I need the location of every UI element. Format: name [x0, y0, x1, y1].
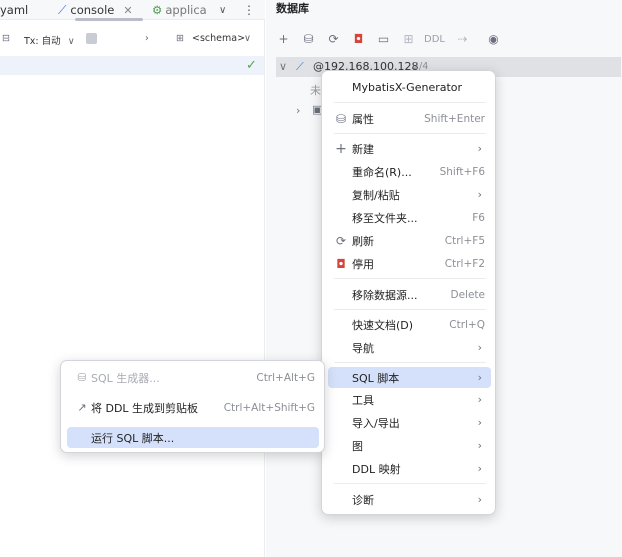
add-icon[interactable]: + — [274, 30, 293, 48]
menu-separator — [334, 133, 486, 134]
editor-tab-bar: yaml ⟋ console ✕ ⚙ applica ∨ ⋮ — [0, 0, 265, 21]
toolbar-divider-icon: ⊟ — [2, 33, 10, 44]
more-tabs-icon[interactable]: ⋮ — [243, 0, 255, 20]
refresh-icon[interactable]: ⟳ — [324, 30, 343, 48]
schema-icon: ⊞ — [176, 33, 184, 44]
menu-separator — [334, 309, 486, 310]
menu-item-import-export[interactable]: 导入/导出 › — [328, 412, 491, 433]
menu-item-quick-doc[interactable]: 快速文档(D) Ctrl+Q — [328, 314, 491, 335]
sql-scripts-submenu: ⛁ SQL 生成器... Ctrl+Alt+G ↗ 将 DDL 生成到剪贴板 C… — [60, 360, 325, 453]
schema-selector-label: <schema> — [192, 33, 246, 44]
chevron-right-icon: › — [477, 462, 482, 475]
chevron-right-icon: › — [477, 393, 482, 406]
tab-application-label: applica — [165, 3, 207, 17]
tab-application[interactable]: ⚙ applica — [152, 0, 207, 20]
check-icon: ✓ — [246, 58, 257, 73]
transaction-mode-selector[interactable]: Tx: 自动 ∨ — [24, 33, 75, 47]
deactivate-icon: ◘ — [336, 256, 346, 271]
table-view-icon[interactable]: ⊞ — [399, 30, 418, 48]
sql-generator-icon: ⛁ — [77, 371, 87, 384]
properties-icon: ⛁ — [335, 111, 347, 126]
chevron-right-icon[interactable]: › — [145, 33, 149, 44]
stop-connection-icon[interactable]: ◘ — [349, 30, 368, 48]
sql-console-editor[interactable]: yaml ⟋ console ✕ ⚙ applica ∨ ⋮ ⊟ Tx: 自动 … — [0, 0, 265, 557]
menu-item-deactivate[interactable]: ◘ 停用 Ctrl+F2 — [328, 253, 491, 274]
close-tab-icon[interactable]: ✕ — [123, 4, 132, 17]
tree-collapse-icon[interactable]: › — [296, 104, 300, 117]
menu-item-copy-paste[interactable]: 复制/粘贴 › — [328, 184, 491, 205]
tx-mode-label: Tx: 自动 — [24, 36, 61, 47]
tree-expand-icon[interactable]: ∨ — [279, 60, 287, 73]
chevron-right-icon: › — [477, 416, 482, 429]
tab-yaml-label: yaml — [0, 3, 29, 17]
view-options-icon[interactable]: ◉ — [484, 30, 503, 48]
menu-item-rename[interactable]: 重命名(R)... Shift+F6 — [328, 161, 491, 182]
chevron-right-icon: › — [477, 493, 482, 506]
menu-item-new[interactable]: + 新建 › — [328, 138, 491, 159]
menu-separator — [334, 278, 486, 279]
chevron-right-icon: › — [477, 188, 482, 201]
database-toolbar: + ⛁ ⟳ ◘ ▭ ⊞ DDL ⇢ ◉ — [274, 30, 509, 48]
menu-item-remove-datasource[interactable]: 移除数据源... Delete — [328, 284, 491, 305]
active-tab-indicator — [75, 18, 143, 21]
submenu-item-sql-generator[interactable]: ⛁ SQL 生成器... Ctrl+Alt+G — [67, 367, 319, 388]
menu-separator — [334, 362, 486, 363]
chevron-down-icon: ∨ — [67, 36, 75, 47]
jump-to-source-icon[interactable]: ⇢ — [453, 30, 472, 48]
chevron-right-icon: › — [477, 142, 482, 155]
editor-toolbar: ⊟ Tx: 自动 ∨ › ⊞ <schema> ∨ — [0, 27, 265, 51]
tab-yaml[interactable]: yaml — [0, 0, 28, 20]
chevron-right-icon: › — [477, 341, 482, 354]
spring-config-icon: ⚙ — [152, 3, 163, 17]
stop-icon[interactable] — [86, 33, 97, 44]
menu-item-diagnostics[interactable]: 诊断 › — [328, 489, 491, 510]
menu-item-diagrams[interactable]: 图 › — [328, 435, 491, 456]
tab-console[interactable]: ⟋ console ✕ — [58, 0, 133, 20]
current-line-highlight — [0, 56, 264, 75]
export-icon: ↗ — [77, 401, 87, 414]
menu-item-sql-scripts[interactable]: SQL 脚本 › — [328, 367, 491, 388]
tab-console-label: console — [70, 3, 115, 17]
chevron-right-icon: › — [477, 371, 482, 384]
menu-separator — [334, 102, 486, 103]
menu-item-move-to-folder[interactable]: 移至文件夹... F6 — [328, 207, 491, 228]
mysql-icon: ⟋ — [296, 60, 304, 73]
schema-chevron-down-icon[interactable]: ∨ — [244, 33, 251, 44]
database-panel-title: 数据库 — [276, 2, 309, 15]
menu-item-navigate[interactable]: 导航 › — [328, 337, 491, 358]
ddl-button[interactable]: DDL — [424, 30, 445, 48]
menu-item-mybatisx-generator[interactable]: MybatisX-Generator — [328, 77, 491, 98]
menu-item-properties[interactable]: ⛁ 属性 Shift+Enter — [328, 108, 491, 129]
submenu-item-run-sql-script[interactable]: 运行 SQL 脚本... — [67, 427, 319, 448]
chevron-right-icon: › — [477, 439, 482, 452]
tabs-dropdown-chevron-icon[interactable]: ∨ — [219, 0, 226, 20]
data-source-properties-icon[interactable]: ⛁ — [299, 30, 318, 48]
console-icon: ⟋ — [58, 2, 67, 17]
submenu-item-ddl-to-clipboard[interactable]: ↗ 将 DDL 生成到剪贴板 Ctrl+Alt+Shift+G — [67, 397, 319, 418]
datasource-context-menu: MybatisX-Generator ⛁ 属性 Shift+Enter + 新建… — [321, 70, 496, 515]
tree-child-label[interactable]: 未 — [310, 82, 321, 98]
menu-item-ddl-mappings[interactable]: DDL 映射 › — [328, 458, 491, 479]
menu-separator — [334, 483, 486, 484]
menu-item-refresh[interactable]: ⟳ 刷新 Ctrl+F5 — [328, 230, 491, 251]
schema-selector[interactable]: <schema> — [192, 33, 245, 44]
menu-item-tools[interactable]: 工具 › — [328, 389, 491, 410]
plus-icon: + — [335, 140, 347, 157]
refresh-icon: ⟳ — [335, 233, 347, 248]
jump-to-console-icon[interactable]: ▭ — [374, 30, 393, 48]
